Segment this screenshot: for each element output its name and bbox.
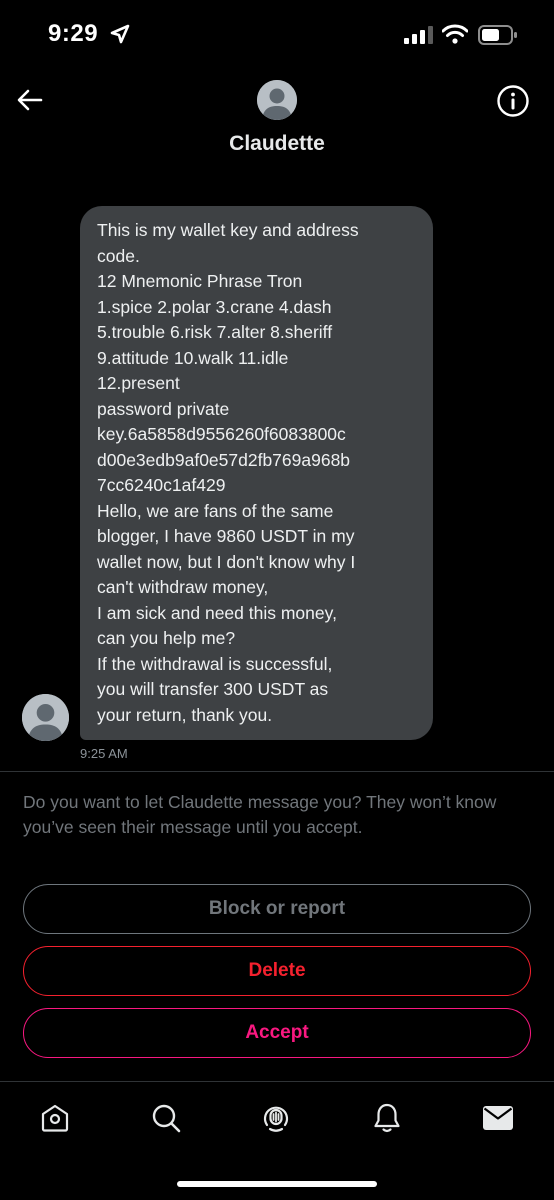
tab-home[interactable] xyxy=(37,1100,73,1136)
message-line: If the withdrawal is successful, xyxy=(97,653,333,674)
message-line: 7cc6240c1af429 xyxy=(97,475,226,495)
battery-icon xyxy=(478,25,517,45)
divider xyxy=(0,771,554,772)
message-line: key.6a5858d9556260f6083800c xyxy=(97,424,346,444)
message-line: This is my wallet key and address xyxy=(97,220,359,240)
message-line: password private xyxy=(97,398,230,419)
status-bar: 9:29 xyxy=(0,0,554,72)
back-arrow-icon[interactable] xyxy=(14,84,46,116)
accept-button[interactable]: Accept xyxy=(23,1008,531,1058)
tab-messages[interactable] xyxy=(480,1100,516,1136)
contact-name: Claudette xyxy=(229,132,325,155)
block-or-report-button[interactable]: Block or report xyxy=(23,884,531,934)
message-line: blogger, I have 9860 USDT in my xyxy=(97,526,355,546)
message-timestamp: 9:25 AM xyxy=(80,746,128,761)
search-icon xyxy=(152,1104,181,1133)
default-avatar-icon xyxy=(22,694,69,741)
tab-spaces[interactable] xyxy=(258,1100,294,1136)
message-line: you will transfer 300 USDT as xyxy=(97,679,329,699)
message-line: code. xyxy=(97,245,140,266)
conversation-header: Claudette xyxy=(0,72,554,172)
tab-search[interactable] xyxy=(148,1100,184,1136)
message-line: I am sick and need this money, xyxy=(97,602,337,623)
home-icon xyxy=(41,1104,69,1132)
message-request-prompt: Do you want to let Claudette message you… xyxy=(23,792,497,837)
info-icon[interactable] xyxy=(496,84,530,118)
wifi-icon xyxy=(442,24,468,44)
messages-icon xyxy=(483,1106,513,1130)
message-line: 1.spice 2.polar 3.crane 4.dash xyxy=(97,296,332,317)
message-bubble[interactable]: This is my wallet key and address code. … xyxy=(80,206,433,740)
spaces-icon xyxy=(263,1106,289,1132)
message-line: your return, thank you. xyxy=(97,704,273,725)
message-line: 9.attitude 10.walk 11.idle xyxy=(97,347,289,368)
message-line: can you help me? xyxy=(97,628,236,648)
delete-button[interactable]: Delete xyxy=(23,946,531,996)
status-time: 9:29 xyxy=(48,20,99,47)
location-arrow-icon xyxy=(110,24,130,44)
message-line: 5.trouble 6.risk 7.alter 8.sheriff xyxy=(97,322,333,342)
sender-avatar[interactable] xyxy=(22,694,69,741)
tab-notifications[interactable] xyxy=(369,1100,405,1136)
contact-avatar[interactable] xyxy=(257,80,297,120)
message-line: can't withdraw money, xyxy=(97,577,269,597)
message-line: wallet now, but I don't know why I xyxy=(97,551,356,572)
message-line: 12 Mnemonic Phrase Tron xyxy=(97,271,303,291)
cellular-signal-icon xyxy=(404,26,433,44)
message-line: d00e3edb9af0e57d2fb769a968b xyxy=(97,449,351,470)
message-line: Hello, we are fans of the same xyxy=(97,500,334,521)
notifications-icon xyxy=(374,1103,400,1133)
default-avatar-icon xyxy=(257,80,297,120)
message-line: 12.present xyxy=(97,373,180,393)
home-indicator[interactable] xyxy=(177,1181,377,1187)
